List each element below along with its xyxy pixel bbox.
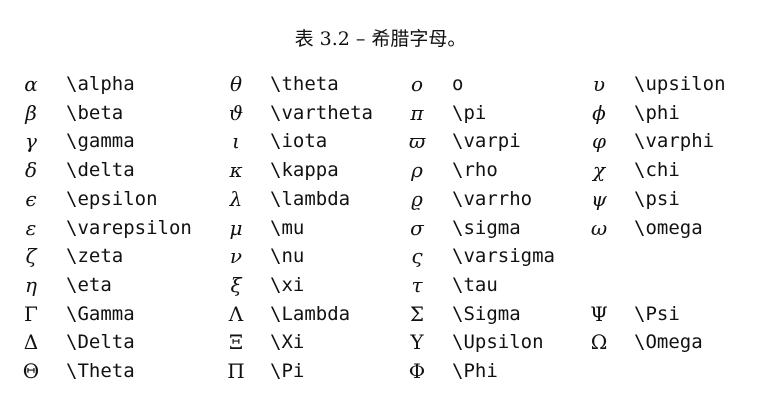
latex-command: \Xi — [270, 331, 305, 354]
greek-symbol: Γ — [24, 301, 38, 326]
latex-command: \Phi — [452, 360, 498, 382]
latex-command: \Pi — [270, 360, 305, 382]
latex-command: \Omega — [634, 331, 703, 354]
greek-letters-table: α \alpha θ \theta o o υ \upsilon β \beta ϑ \varthet… — [0, 70, 761, 390]
greek-symbol: χ — [592, 158, 606, 183]
latex-command: \theta — [270, 73, 339, 95]
greek-symbol: γ — [25, 129, 37, 154]
latex-command: \Theta — [66, 360, 135, 382]
greek-symbol: λ — [229, 186, 243, 211]
table-row: Δ \Delta Ξ \Xi Υ \Upsilon Ω \Omega — [0, 328, 761, 357]
greek-symbol: θ — [229, 72, 243, 96]
greek-symbol: β — [25, 100, 37, 125]
latex-command: \Lambda — [270, 302, 351, 325]
greek-symbol: π — [410, 100, 424, 125]
latex-command: \rho — [452, 159, 498, 182]
latex-command: \nu — [270, 245, 305, 268]
latex-command: \Sigma — [452, 302, 521, 325]
latex-command: \gamma — [66, 130, 135, 153]
latex-command: \lambda — [270, 187, 351, 210]
table-row: δ \delta κ \kappa ρ \rho χ \chi — [0, 156, 761, 185]
latex-command: \beta — [66, 101, 124, 124]
latex-command: \omega — [634, 216, 703, 239]
caption-title: 希腊字母。 — [371, 28, 467, 50]
latex-command: \chi — [634, 159, 680, 182]
greek-symbol: Ξ — [228, 330, 244, 355]
greek-symbol: Δ — [23, 330, 39, 355]
table-row: η \eta ξ \xi τ \tau — [0, 271, 761, 300]
greek-symbol: μ — [229, 215, 243, 240]
latex-command: \vartheta — [270, 101, 373, 124]
greek-symbol: η — [25, 272, 37, 297]
latex-command: \phi — [634, 101, 680, 124]
greek-symbol: ε — [25, 215, 37, 240]
greek-symbol: ι — [232, 129, 240, 154]
greek-symbol: ϵ — [25, 186, 37, 211]
caption-label: 表 3.2 — [294, 28, 350, 50]
greek-symbol: α — [24, 72, 38, 96]
latex-command: \alpha — [66, 73, 135, 95]
greek-symbol: Θ — [22, 359, 40, 383]
table-caption: 表 3.2 – 希腊字母。 — [0, 26, 761, 52]
greek-symbol: o — [410, 72, 424, 96]
table-row: ϵ \epsilon λ \lambda ϱ \varrho ψ \psi — [0, 185, 761, 214]
latex-command: \varrho — [452, 187, 533, 210]
latex-command: \Upsilon — [452, 331, 544, 354]
latex-command: o — [452, 73, 464, 95]
greek-symbol: ϱ — [411, 186, 423, 211]
greek-symbol: Φ — [408, 359, 426, 383]
latex-command: \varsigma — [452, 245, 555, 268]
greek-symbol: ς — [411, 244, 423, 269]
greek-symbol: σ — [410, 215, 424, 240]
greek-symbol: ξ — [230, 272, 242, 297]
greek-symbol: Π — [227, 359, 245, 383]
latex-command: \xi — [270, 273, 305, 296]
greek-symbol: Υ — [410, 330, 424, 355]
latex-command: \upsilon — [634, 73, 726, 95]
latex-command: \varphi — [634, 130, 715, 153]
latex-command: \Delta — [66, 331, 135, 354]
greek-symbol: ϖ — [408, 129, 426, 154]
latex-command: \mu — [270, 216, 305, 239]
greek-symbol: ψ — [591, 186, 607, 211]
latex-command: \Gamma — [66, 302, 135, 325]
table-row: Γ \Gamma Λ \Lambda Σ \Sigma Ψ \Psi — [0, 300, 761, 329]
table-row: β \beta ϑ \vartheta π \pi ϕ \phi — [0, 99, 761, 128]
greek-symbol: Σ — [409, 301, 425, 326]
latex-command: \Psi — [634, 302, 680, 325]
latex-command: \zeta — [66, 245, 124, 268]
greek-symbol: δ — [24, 158, 38, 183]
greek-symbol: Λ — [228, 301, 244, 326]
greek-symbol: ϑ — [228, 100, 244, 125]
latex-command: \sigma — [452, 216, 521, 239]
latex-command: \varepsilon — [66, 216, 192, 239]
table-row: ζ \zeta ν \nu ς \varsigma — [0, 242, 761, 271]
latex-command: \eta — [66, 273, 112, 296]
greek-symbol: ζ — [25, 244, 37, 269]
latex-command: \delta — [66, 159, 135, 182]
latex-command: \iota — [270, 130, 328, 153]
latex-command: \varpi — [452, 130, 521, 153]
greek-symbol: τ — [411, 272, 423, 297]
table-row: γ \gamma ι \iota ϖ \varpi φ \varphi — [0, 127, 761, 156]
greek-symbol: υ — [592, 72, 606, 96]
table-row: ε \varepsilon μ \mu σ \sigma ω \omega — [0, 214, 761, 243]
latex-command: \pi — [452, 101, 487, 124]
greek-symbol: κ — [229, 158, 243, 183]
greek-symbol: φ — [591, 129, 606, 154]
latex-command: \psi — [634, 187, 680, 210]
greek-symbol: ϕ — [592, 100, 606, 125]
latex-command: \kappa — [270, 159, 339, 182]
latex-command: \epsilon — [66, 187, 158, 210]
greek-symbol: ω — [590, 215, 608, 240]
greek-symbol: ν — [229, 244, 243, 269]
table-row: Θ \Theta Π \Pi Φ \Phi — [0, 357, 761, 386]
greek-symbol: ρ — [411, 158, 423, 183]
greek-symbol: Ψ — [590, 301, 608, 326]
caption-separator: – — [355, 28, 366, 50]
greek-symbol: Ω — [590, 330, 608, 355]
latex-command: \tau — [452, 273, 498, 296]
table-row: α \alpha θ \theta o o υ \upsilon — [0, 70, 761, 99]
